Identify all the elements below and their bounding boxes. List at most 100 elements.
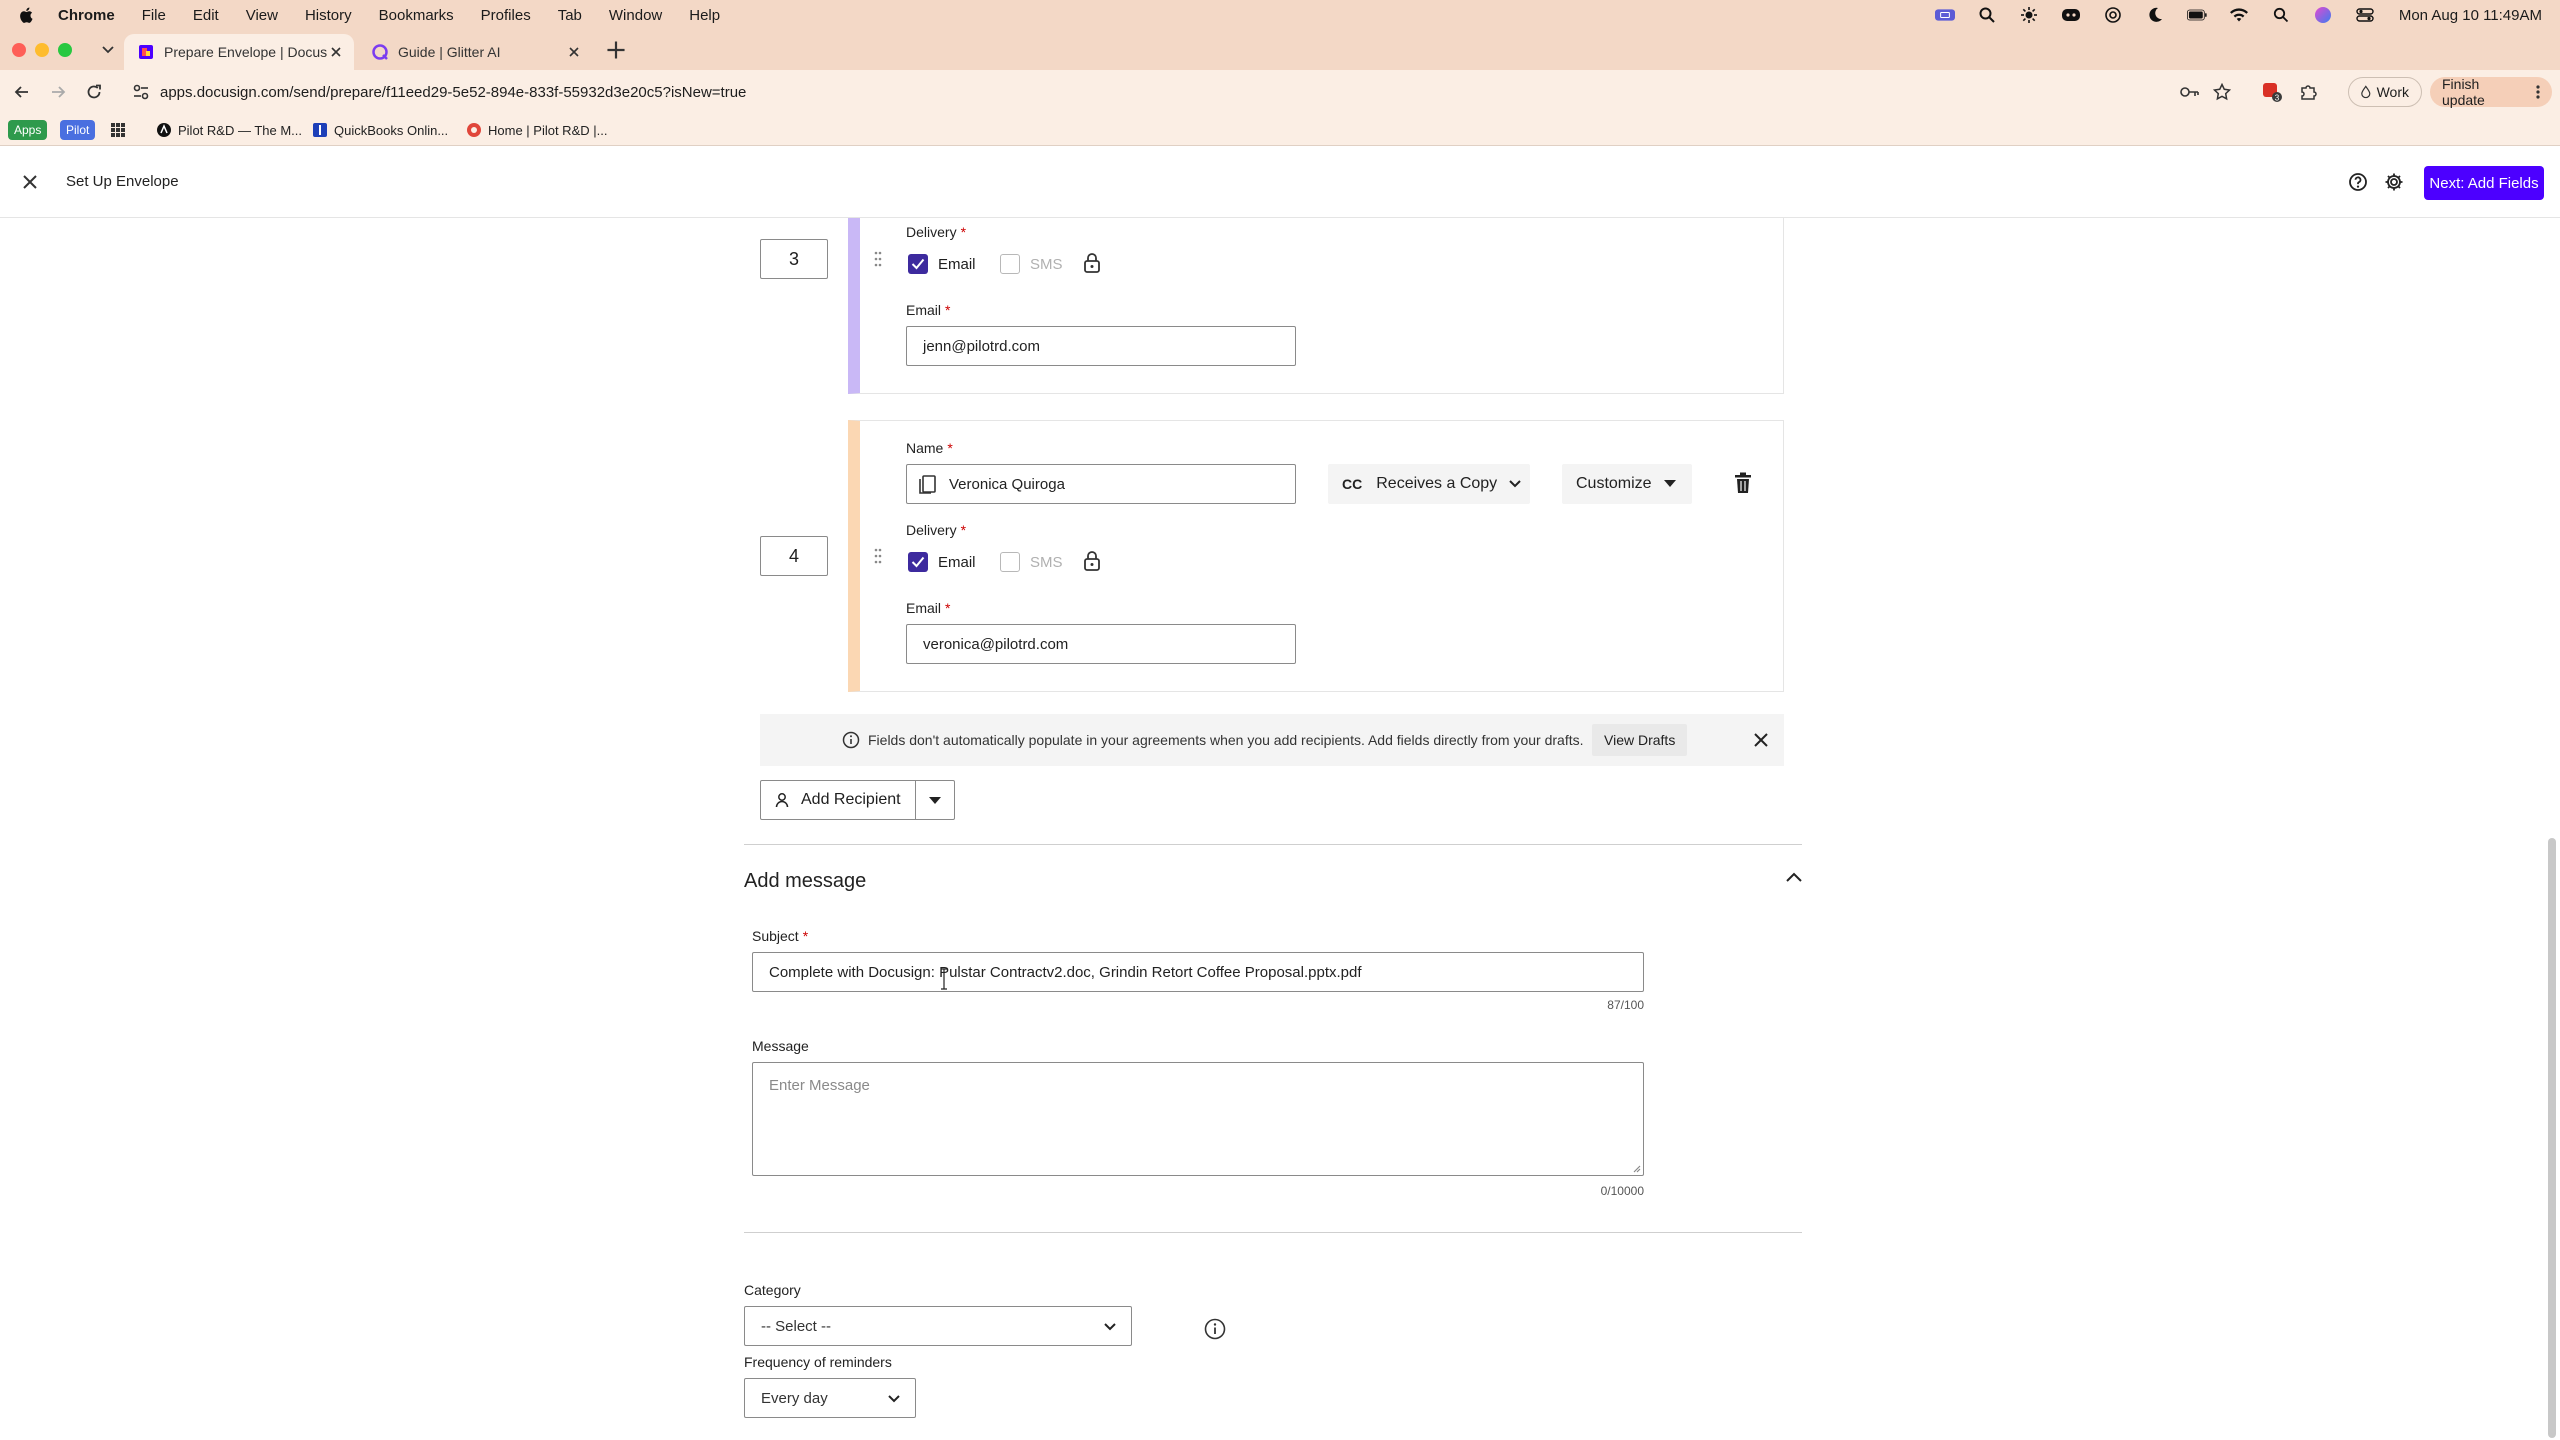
envelope-setup-content: 3 Delivery * Email SMS Email * jenn@pilotr…: [0, 218, 2560, 1440]
window-zoom-button[interactable]: [58, 43, 72, 57]
wifi-icon[interactable]: [2229, 5, 2249, 25]
view-drafts-button[interactable]: View Drafts: [1592, 724, 1688, 756]
sms-delivery-checkbox[interactable]: [1000, 552, 1020, 572]
message-textarea[interactable]: Enter Message: [752, 1062, 1644, 1176]
finish-update-button[interactable]: Finish update: [2430, 76, 2552, 108]
menu-bookmarks[interactable]: Bookmarks: [379, 7, 454, 24]
bookmark-home-pilot[interactable]: Home | Pilot R&D |...: [466, 120, 607, 140]
add-recipient-split-button: Add Recipient: [760, 780, 955, 820]
forward-arrow-icon[interactable]: [48, 82, 68, 102]
required-asterisk: *: [945, 302, 951, 318]
gamepad-icon[interactable]: [2061, 5, 2081, 25]
bookmark-quickbooks[interactable]: QuickBooks Onlin...: [312, 120, 448, 140]
recipient-card-3: [848, 218, 1784, 394]
close-tab-icon[interactable]: [566, 44, 582, 60]
brightness-icon[interactable]: [2019, 5, 2039, 25]
menu-window[interactable]: Window: [609, 7, 662, 24]
reload-icon[interactable]: [84, 82, 104, 102]
menu-chrome[interactable]: Chrome: [58, 7, 115, 24]
search-icon[interactable]: [2271, 5, 2291, 25]
gear-icon[interactable]: [2384, 172, 2404, 192]
menu-history[interactable]: History: [305, 7, 352, 24]
recipient-email-input[interactable]: jenn@pilotrd.com: [906, 326, 1296, 366]
trash-icon[interactable]: [1734, 472, 1752, 494]
drag-handle-icon[interactable]: [874, 250, 882, 268]
fields-notice-banner: Fields don't automatically populate in y…: [760, 714, 1784, 766]
battery-icon[interactable]: [2186, 5, 2207, 25]
notice-text: Fields don't automatically populate in y…: [868, 732, 1584, 748]
profile-drop-icon: [2361, 85, 2371, 99]
chevron-up-icon[interactable]: [1786, 872, 1802, 882]
next-add-fields-button[interactable]: Next: Add Fields: [2424, 166, 2544, 200]
bookmark-pilot-rd[interactable]: Pilot R&D — The M...: [156, 120, 302, 140]
menu-bar-clock[interactable]: Mon Aug 10 11:49AM: [2399, 7, 2542, 24]
routing-order-input[interactable]: 4: [760, 536, 828, 576]
reminder-frequency-select[interactable]: Every day: [744, 1378, 916, 1418]
delivery-label-text: Delivery: [906, 224, 957, 240]
email-delivery-checkbox[interactable]: [908, 254, 928, 274]
recipient-role-dropdown[interactable]: CC Receives a Copy: [1328, 464, 1530, 504]
customize-label: Customize: [1576, 475, 1652, 492]
bookmarks-bar: Apps Pilot Pilot R&D — The M... QuickBoo…: [0, 114, 2560, 146]
menu-edit[interactable]: Edit: [193, 7, 219, 24]
password-key-icon[interactable]: [2180, 82, 2200, 102]
subject-input[interactable]: Complete with Docusign: Pulstar Contract…: [752, 952, 1644, 992]
menu-view[interactable]: View: [246, 7, 278, 24]
extensions-puzzle-icon[interactable]: [2298, 82, 2318, 102]
name-label-text: Name: [906, 440, 944, 456]
sms-delivery-checkbox[interactable]: [1000, 254, 1020, 274]
menu-profiles[interactable]: Profiles: [481, 7, 531, 24]
site-info-icon[interactable]: [132, 83, 150, 101]
required-asterisk: *: [945, 600, 951, 616]
address-bar[interactable]: apps.docusign.com/send/prepare/f11eed29-…: [124, 75, 2228, 109]
sms-option-label: SMS: [1030, 256, 1063, 273]
bookmark-folder-apps[interactable]: Apps: [8, 120, 48, 140]
tab-title: Prepare Envelope | Docusign: [164, 44, 328, 60]
add-recipient-button[interactable]: Add Recipient: [761, 781, 916, 819]
customize-dropdown[interactable]: Customize: [1562, 464, 1692, 504]
page-scrollbar[interactable]: [2548, 838, 2556, 1438]
apps-grid-icon[interactable]: [110, 122, 126, 138]
routing-order-input[interactable]: 3: [760, 239, 828, 279]
category-select[interactable]: -- Select --: [744, 1306, 1132, 1346]
contacts-icon[interactable]: [919, 474, 937, 494]
tab-glitter[interactable]: Guide | Glitter AI: [358, 34, 592, 70]
profile-work-button[interactable]: Work: [2348, 77, 2422, 107]
drag-handle-icon[interactable]: [874, 547, 882, 565]
window-close-button[interactable]: [12, 43, 26, 57]
lock-icon[interactable]: [1083, 551, 1101, 571]
close-icon[interactable]: [1754, 733, 1768, 747]
menu-tab[interactable]: Tab: [558, 7, 582, 24]
tab-docusign[interactable]: Prepare Envelope | Docusign: [124, 34, 354, 70]
window-minimize-button[interactable]: [35, 43, 49, 57]
resize-handle-icon[interactable]: [1631, 1163, 1641, 1173]
email-label-text: Email: [906, 600, 942, 616]
control-center-icon[interactable]: [2355, 5, 2375, 25]
close-tab-icon[interactable]: [328, 44, 344, 60]
new-tab-plus-icon[interactable]: [605, 39, 627, 61]
help-icon[interactable]: [2348, 172, 2368, 192]
apple-icon[interactable]: [18, 6, 36, 24]
tab-search-button[interactable]: [96, 38, 120, 62]
back-arrow-icon[interactable]: [12, 82, 32, 102]
email-label: Email *: [906, 600, 950, 616]
lock-icon[interactable]: [1083, 253, 1101, 273]
screen-share-icon[interactable]: [1934, 5, 1955, 25]
bookmark-folder-pilot[interactable]: Pilot: [60, 120, 96, 140]
info-icon[interactable]: [1204, 1318, 1226, 1340]
extension-badge-icon[interactable]: 3: [2262, 82, 2282, 102]
menu-help[interactable]: Help: [689, 7, 720, 24]
do-not-disturb-icon[interactable]: [2145, 5, 2165, 25]
menu-file[interactable]: File: [142, 7, 166, 24]
close-icon[interactable]: [20, 172, 40, 192]
add-recipient-options-button[interactable]: [916, 781, 954, 819]
recipient-name-input[interactable]: Veronica Quiroga: [906, 464, 1296, 504]
siri-icon[interactable]: [2313, 5, 2333, 25]
activity-icon[interactable]: [2103, 5, 2123, 25]
chevron-down-icon: [1509, 480, 1521, 488]
search-spotlight-icon[interactable]: [1977, 5, 1997, 25]
bookmark-star-icon[interactable]: [2212, 82, 2232, 102]
message-placeholder: Enter Message: [769, 1077, 870, 1094]
email-delivery-checkbox[interactable]: [908, 552, 928, 572]
recipient-email-input[interactable]: veronica@pilotrd.com: [906, 624, 1296, 664]
